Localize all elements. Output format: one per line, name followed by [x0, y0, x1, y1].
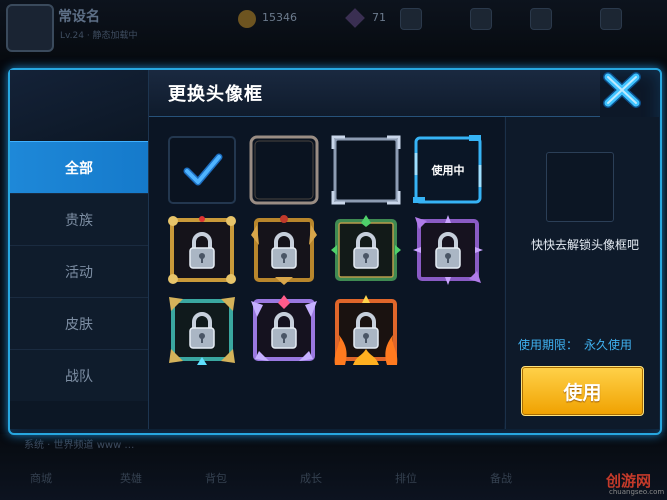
unlock-hint: 快快去解锁头像框吧 — [530, 238, 639, 252]
avatar-frame-silver-bracket[interactable] — [331, 135, 401, 205]
chat-line: 系统 · 世界频道 www … — [24, 440, 135, 451]
avatar-frame-teal-gold[interactable] — [167, 295, 237, 365]
settings-icon — [600, 8, 622, 30]
avatar-frame-silver-rounded[interactable] — [249, 135, 319, 205]
player-subtitle: Lv.24 · 静态加载中 — [60, 31, 138, 41]
avatar-frame-purple-spiked[interactable] — [413, 215, 483, 285]
avatar-frame-gold-winged[interactable] — [249, 215, 319, 285]
category-tab-label: 活动 — [65, 264, 93, 281]
use-button[interactable]: 使用 — [521, 366, 644, 416]
avatar-frame-gold-ornate[interactable] — [167, 215, 237, 285]
add-icon — [470, 8, 492, 30]
bottom-nav-item: 英雄 — [120, 472, 142, 485]
player-avatar — [6, 4, 54, 52]
avatar-frame-in-use[interactable]: 使用中 — [413, 135, 483, 205]
lock-icon — [189, 312, 215, 349]
usage-period: 使用期限： 永久使用 — [518, 336, 632, 353]
friends-icon — [530, 8, 552, 30]
coin-count: 15346 — [262, 11, 297, 24]
bottom-nav-item: 备战 — [490, 472, 512, 485]
lock-icon — [271, 312, 297, 349]
bottom-nav-item: 背包 — [205, 472, 227, 485]
lock-icon — [353, 232, 379, 269]
lock-icon — [189, 232, 215, 269]
category-tab-label: 贵族 — [65, 212, 93, 229]
sidebar-decoration — [10, 70, 148, 140]
close-x-icon — [603, 72, 641, 108]
mail-icon — [400, 8, 422, 30]
usage-period-label: 使用期限： — [518, 338, 579, 352]
dialog-title: 更换头像框 — [168, 84, 263, 105]
frame-preview — [546, 152, 614, 222]
watermark-url: chuangseo.com — [609, 488, 665, 496]
bottom-nav-item: 排位 — [395, 472, 417, 485]
category-tab-all[interactable]: 全部 — [10, 141, 148, 193]
in-use-label: 使用中 — [431, 164, 465, 177]
category-tab-label: 战队 — [65, 368, 93, 385]
bottom-nav-item: 成长 — [300, 472, 322, 485]
lock-icon — [435, 232, 461, 269]
lock-icon — [353, 312, 379, 349]
category-tab-noble[interactable]: 贵族 — [10, 193, 148, 245]
category-tab-skin[interactable]: 皮肤 — [10, 297, 148, 349]
category-tab-label: 皮肤 — [65, 316, 93, 333]
lock-icon — [271, 232, 297, 269]
avatar-frame-fire-flame[interactable] — [331, 295, 401, 365]
category-tab-event[interactable]: 活动 — [10, 245, 148, 297]
avatar-frame-selected[interactable] — [167, 135, 237, 205]
use-button-label: 使用 — [563, 381, 602, 404]
avatar-frame-green-emerald[interactable] — [331, 215, 401, 285]
category-tab-team[interactable]: 战队 — [10, 349, 148, 401]
close-button[interactable] — [598, 70, 646, 110]
bottom-nav-item: 商城 — [30, 472, 52, 485]
usage-period-value: 永久使用 — [584, 338, 633, 352]
avatar-frame-violet-crystal[interactable] — [249, 295, 319, 365]
category-tab-label: 全部 — [65, 160, 93, 177]
gem-count: 71 — [372, 11, 386, 24]
player-name: 常设名 — [58, 9, 100, 25]
coin-icon — [238, 10, 256, 28]
